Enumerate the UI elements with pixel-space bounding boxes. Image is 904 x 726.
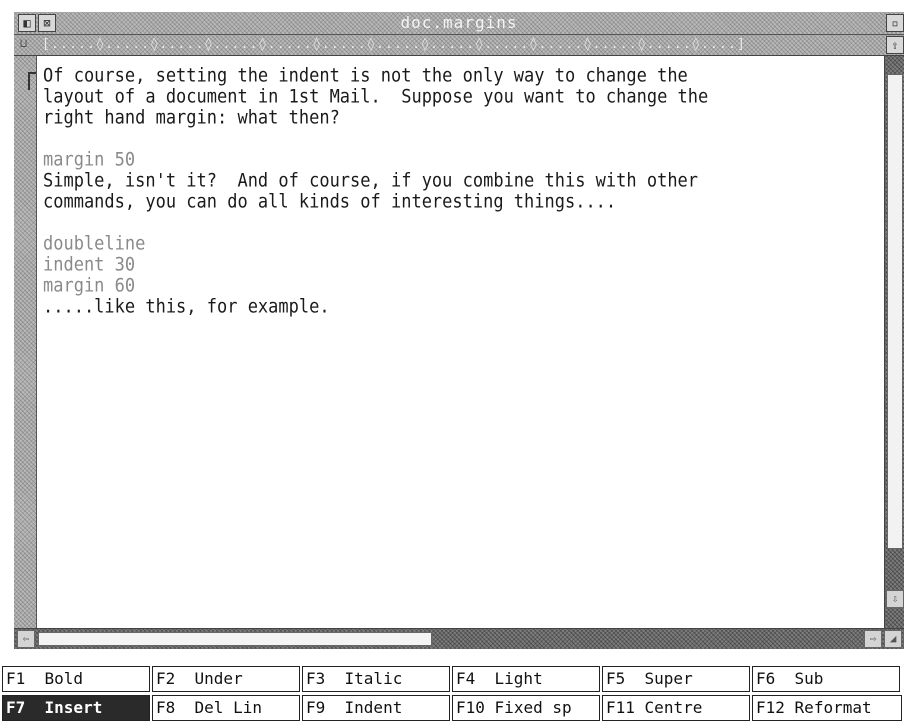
fkey-number: F8 [156,698,176,717]
fkey-number: F1 [6,669,26,688]
fkey-label: Fixed sp [494,698,572,717]
fkey-f11-centre[interactable]: F11 Centre [602,695,750,721]
fkey-f6-sub[interactable]: F6 Sub [752,666,900,692]
function-key-strip: F1 Bold F2 Under F3 Italic F4 Light F5 S… [0,649,904,726]
fkey-label: Sub [794,669,824,688]
fkey-label: Under [194,669,243,688]
horizontal-scroll-thumb[interactable] [38,632,432,646]
fkey-number: F11 [606,698,635,717]
document-text-area[interactable]: Of course, setting the indent is not the… [36,56,885,628]
ruler-icon[interactable]: ⊔ [20,36,27,50]
doc-command-line: doubleline [43,232,146,255]
fkey-label: Reformat [794,698,872,717]
fkey-number: F6 [756,669,776,688]
toggle-size-icon[interactable]: ▫ [886,14,904,32]
fkey-label: Centre [644,698,703,717]
fkey-label: Light [494,669,543,688]
fkey-f10-fixed-sp[interactable]: F10 Fixed sp [452,695,600,721]
fkey-label: Super [644,669,693,688]
left-margin-strip [14,56,36,628]
fkey-number: F7 [6,698,26,717]
fkey-f9-indent[interactable]: F9 Indent [302,695,450,721]
vertical-scroll-thumb[interactable] [887,74,903,549]
ruler-scale[interactable]: [.....◊.....◊.....◊.....◊.....◊.....◊...… [42,35,746,55]
vertical-scrollbar[interactable]: ⇩ [884,56,904,628]
scroll-down-icon[interactable]: ⇩ [886,590,904,608]
doc-line: Of course, setting the indent is not the… [43,64,688,87]
fkey-f12-reformat[interactable]: F12 Reformat [752,695,902,721]
fkey-f5-super[interactable]: F5 Super [602,666,750,692]
ruler-bar[interactable]: ⊔ [.....◊.....◊.....◊.....◊.....◊.....◊.… [14,35,904,56]
doc-command-line: indent 30 [43,253,136,276]
fkey-number: F2 [156,669,176,688]
scroll-left-icon[interactable]: ⇦ [17,630,35,648]
fkey-f4-light[interactable]: F4 Light [452,666,600,692]
fkey-label: Insert [44,698,103,717]
doc-line: layout of a document in 1st Mail. Suppos… [43,85,709,108]
fkey-number: F12 [756,698,785,717]
document-body[interactable]: Of course, setting the indent is not the… [43,64,709,318]
fkey-number: F10 [456,698,485,717]
resize-icon[interactable]: ◢ [884,630,902,648]
fkey-label: Indent [344,698,403,717]
window-title: doc.margins [400,13,518,32]
fkey-f3-italic[interactable]: F3 Italic [302,666,450,692]
fkey-number: F5 [606,669,626,688]
title-bar[interactable]: ◧ ⊠ doc.margins ▫ [14,12,904,35]
fkey-number: F4 [456,669,476,688]
doc-line [43,212,708,235]
doc-line: Simple, isn't it? And of course, if you … [43,169,699,192]
doc-line: right hand margin: what then? [43,106,340,129]
doc-line [43,128,708,151]
doc-command-line: margin 60 [43,274,136,297]
fkey-label: Bold [44,669,84,688]
fkey-label: Italic [344,669,403,688]
doc-line: commands, you can do all kinds of intere… [43,190,617,213]
fkey-number: F9 [306,698,326,717]
scroll-right-icon[interactable]: ⇨ [864,630,882,648]
fkey-f8-del-lin[interactable]: F8 Del Lin [152,695,300,721]
doc-line: .....like this, for example. [43,295,330,318]
horizontal-scrollbar[interactable]: ⇦ ⇨ ◢ [14,628,904,649]
fkey-number: F3 [306,669,326,688]
scroll-up-icon[interactable]: ⇧ [886,36,904,54]
fkey-f2-under[interactable]: F2 Under [152,666,300,692]
fkey-label: Del Lin [194,698,262,717]
doc-command-line: margin 50 [43,148,136,171]
fkey-f1-bold[interactable]: F1 Bold [2,666,150,692]
fkey-f7-insert[interactable]: F7 Insert [2,695,150,721]
